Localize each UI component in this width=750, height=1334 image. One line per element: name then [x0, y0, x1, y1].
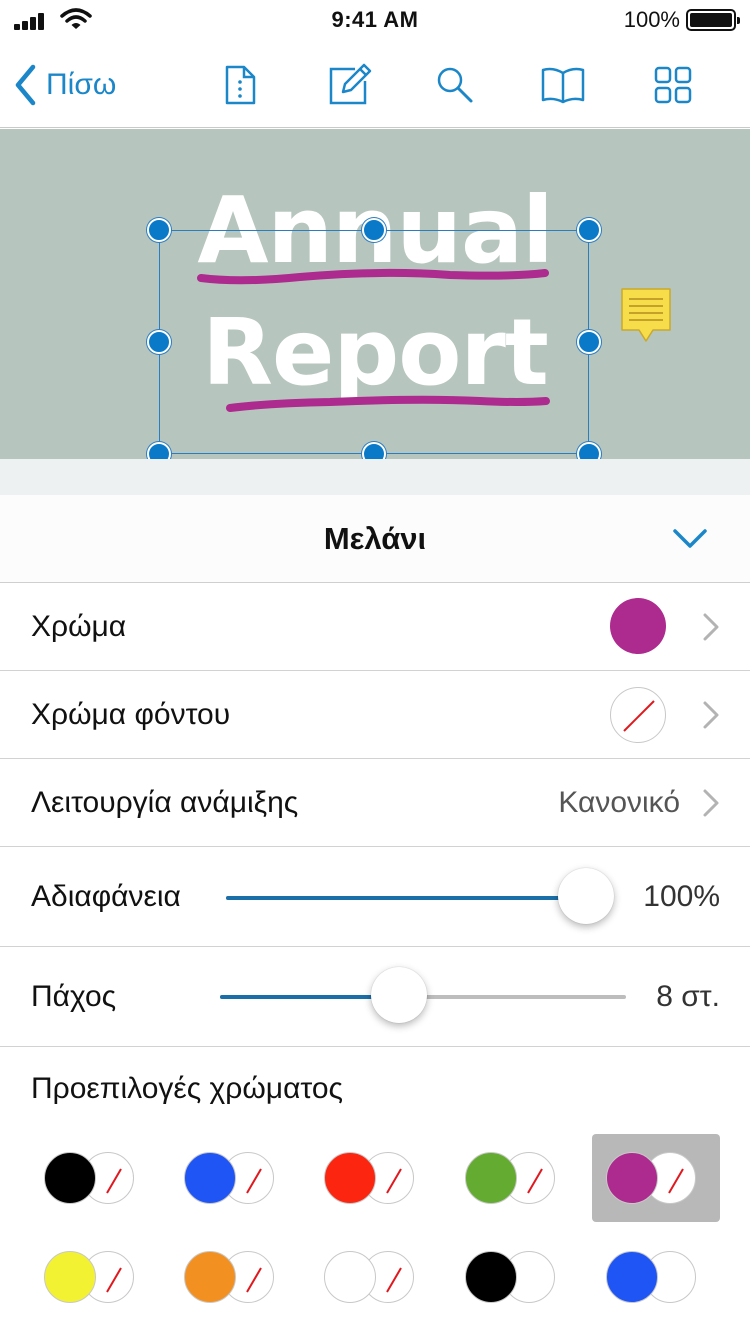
color-preset[interactable]	[451, 1134, 579, 1222]
background-color-label: Χρώμα φόντου	[31, 698, 231, 731]
chevron-right-icon	[703, 613, 719, 641]
color-label: Χρώμα	[31, 610, 127, 643]
background-color-row[interactable]: Χρώμα φόντου	[0, 671, 750, 759]
chevron-left-icon	[15, 64, 36, 106]
navigation-bar: Πίσω	[0, 40, 750, 128]
selection-box	[159, 230, 589, 454]
opacity-label: Αδιαφάνεια	[31, 880, 181, 913]
color-preset[interactable]	[30, 1134, 158, 1222]
color-preset[interactable]	[310, 1233, 438, 1321]
battery-percent: 100%	[623, 7, 680, 32]
opacity-row: Αδιαφάνεια 100%	[0, 847, 750, 947]
chevron-down-icon[interactable]	[670, 519, 710, 559]
selection-handle-left[interactable]	[147, 330, 171, 354]
selection-handle-top-right[interactable]	[577, 218, 601, 242]
panel-title: Μελάνι	[323, 521, 427, 556]
back-button[interactable]: Πίσω	[14, 60, 116, 110]
no-color-swatch-icon	[610, 687, 666, 743]
opacity-value: 100%	[643, 880, 720, 913]
battery-icon	[686, 9, 740, 31]
preset-ink-swatch	[44, 1152, 96, 1204]
selection-handle-top-left[interactable]	[147, 218, 171, 242]
thickness-value: 8 στ.	[656, 980, 720, 1013]
status-bar: 9:41 AM 100%	[0, 0, 750, 40]
back-label: Πίσω	[46, 68, 117, 101]
presets-title: Προεπιλογές χρώματος	[31, 1072, 343, 1105]
opacity-slider-thumb[interactable]	[558, 868, 614, 924]
color-preset[interactable]	[592, 1233, 720, 1321]
blend-mode-row[interactable]: Λειτουργία ανάμιξης Κανονικό	[0, 759, 750, 847]
color-preset[interactable]	[592, 1134, 720, 1222]
selection-handle-bottom-right[interactable]	[577, 442, 601, 459]
search-icon[interactable]	[430, 60, 480, 110]
thickness-label: Πάχος	[31, 980, 117, 1013]
preset-ink-swatch	[324, 1152, 376, 1204]
preset-ink-swatch	[606, 1152, 658, 1204]
color-preset[interactable]	[170, 1233, 298, 1321]
chevron-right-icon	[703, 789, 719, 817]
preset-ink-swatch	[465, 1251, 517, 1303]
preset-ink-swatch	[465, 1152, 517, 1204]
color-preset[interactable]	[451, 1233, 579, 1321]
color-row[interactable]: Χρώμα	[0, 583, 750, 671]
thickness-slider-thumb[interactable]	[370, 967, 427, 1023]
blend-mode-value: Κανονικό	[558, 786, 680, 819]
thickness-row: Πάχος 8 στ.	[0, 947, 750, 1047]
blend-mode-label: Λειτουργία ανάμιξης	[31, 786, 299, 819]
chevron-right-icon	[703, 701, 719, 729]
document-icon[interactable]	[215, 60, 265, 110]
grid-icon[interactable]	[648, 60, 698, 110]
selection-handle-top[interactable]	[362, 218, 386, 242]
preset-ink-swatch	[184, 1152, 236, 1204]
color-preset[interactable]	[30, 1233, 158, 1321]
document-canvas[interactable]: Annual Report	[0, 129, 750, 459]
edit-icon[interactable]	[325, 60, 375, 110]
preset-ink-swatch	[324, 1251, 376, 1303]
book-icon[interactable]	[538, 60, 588, 110]
preset-ink-swatch	[44, 1251, 96, 1303]
selection-handle-bottom-left[interactable]	[147, 442, 171, 459]
opacity-slider-fill	[226, 896, 586, 900]
color-preset[interactable]	[170, 1134, 298, 1222]
preset-ink-swatch	[184, 1251, 236, 1303]
ink-panel-header: Μελάνι	[0, 495, 750, 583]
comment-note-icon[interactable]	[619, 286, 673, 346]
color-swatch	[610, 598, 666, 654]
document-bottom-strip	[0, 459, 750, 495]
selection-handle-bottom[interactable]	[362, 442, 386, 459]
preset-ink-swatch	[606, 1251, 658, 1303]
selection-handle-right[interactable]	[577, 330, 601, 354]
color-preset[interactable]	[310, 1134, 438, 1222]
